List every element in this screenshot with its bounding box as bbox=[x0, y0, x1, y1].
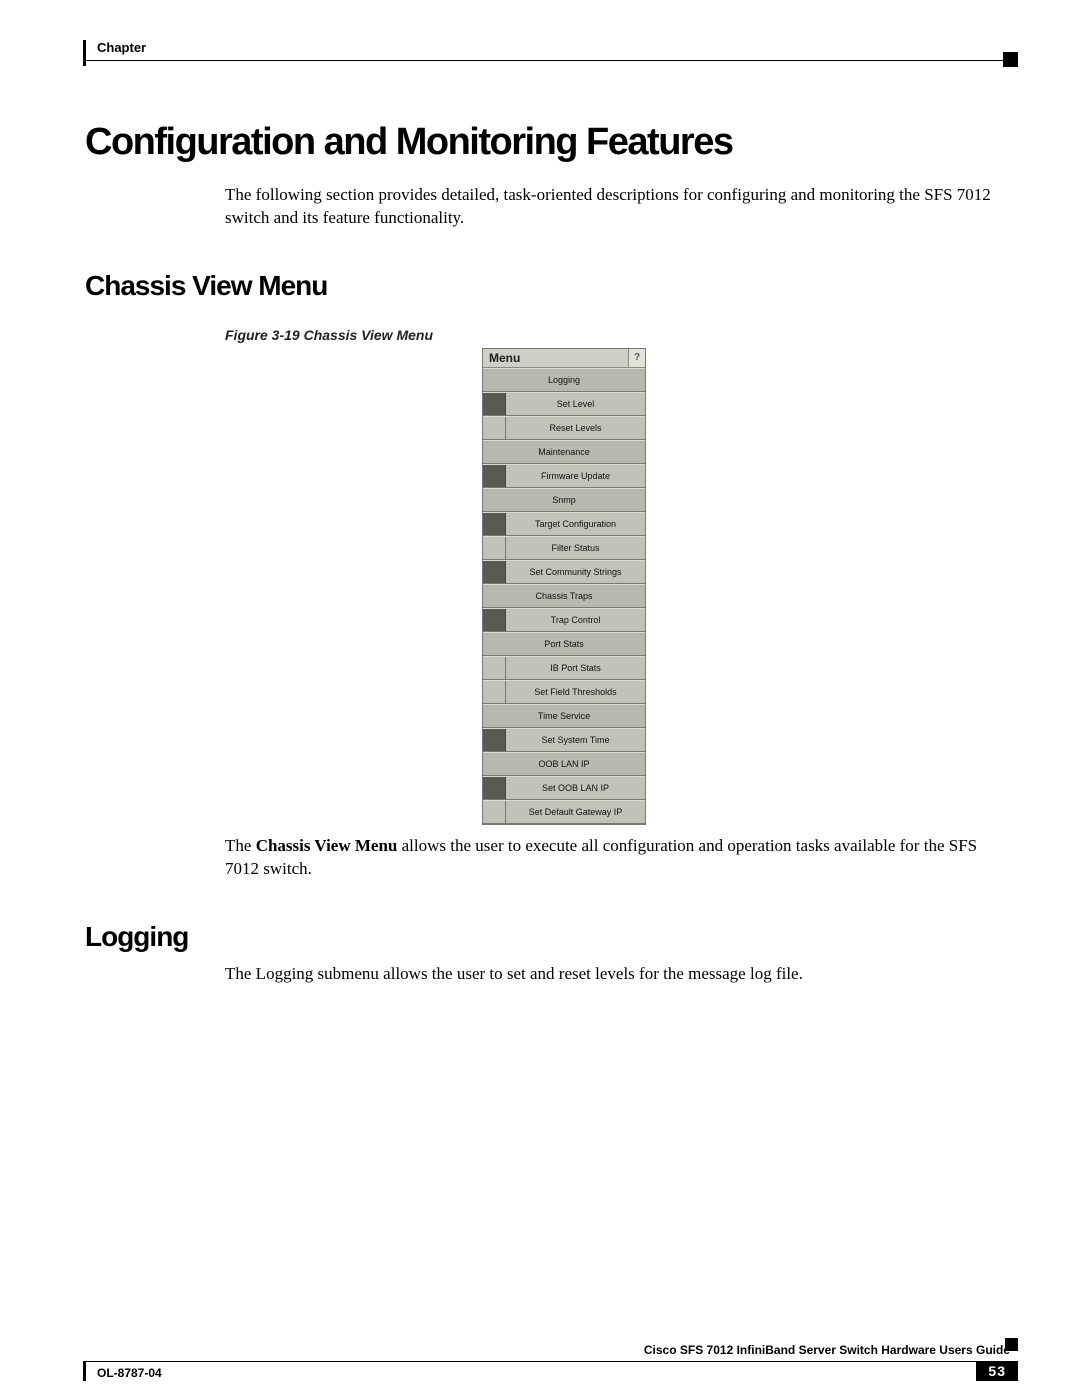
menu-item-marker bbox=[483, 417, 506, 439]
page-footer: Cisco SFS 7012 InfiniBand Server Switch … bbox=[85, 1361, 1010, 1362]
menu-item-marker bbox=[483, 513, 506, 535]
menu-item-filter-status[interactable]: Filter Status bbox=[483, 536, 645, 560]
menu-item-marker bbox=[483, 561, 506, 583]
page-header: Chapter bbox=[85, 30, 1010, 61]
menu-item-marker bbox=[483, 681, 506, 703]
menu-title: Menu bbox=[483, 349, 628, 367]
figure-caption: Figure 3-19 Chassis View Menu bbox=[225, 327, 1010, 343]
menu-item-label: Snmp bbox=[483, 489, 645, 511]
menu-item-target-configuration[interactable]: Target Configuration bbox=[483, 512, 645, 536]
desc-text-before: The bbox=[225, 836, 256, 855]
help-icon[interactable]: ? bbox=[628, 349, 645, 367]
chassis-view-description: The Chassis View Menu allows the user to… bbox=[225, 835, 1000, 881]
menu-item-label: Set OOB LAN IP bbox=[506, 777, 645, 799]
logging-description: The Logging submenu allows the user to s… bbox=[225, 963, 1000, 986]
menu-item-marker bbox=[483, 657, 506, 679]
menu-item-marker bbox=[483, 537, 506, 559]
footer-doc-number: OL-8787-04 bbox=[97, 1366, 162, 1380]
menu-item-label: OOB LAN IP bbox=[483, 753, 645, 775]
section-logging: Logging bbox=[85, 921, 1010, 953]
chapter-label: Chapter bbox=[97, 40, 146, 55]
menu-item-set-community-strings[interactable]: Set Community Strings bbox=[483, 560, 645, 584]
menu-item-label: Reset Levels bbox=[506, 417, 645, 439]
menu-item-marker bbox=[483, 801, 506, 823]
menu-item-oob-lan-ip[interactable]: OOB LAN IP bbox=[483, 752, 645, 776]
menu-item-set-oob-lan-ip[interactable]: Set OOB LAN IP bbox=[483, 776, 645, 800]
footer-ledge bbox=[83, 1361, 86, 1381]
menu-item-label: Trap Control bbox=[506, 609, 645, 631]
menu-item-label: Logging bbox=[483, 369, 645, 391]
menu-item-label: Target Configuration bbox=[506, 513, 645, 535]
menu-item-set-default-gateway-ip[interactable]: Set Default Gateway IP bbox=[483, 800, 645, 824]
menu-item-firmware-update[interactable]: Firmware Update bbox=[483, 464, 645, 488]
page-title: Configuration and Monitoring Features bbox=[85, 121, 1010, 164]
menu-item-label: Maintenance bbox=[483, 441, 645, 463]
menu-item-label: Filter Status bbox=[506, 537, 645, 559]
menu-item-marker bbox=[483, 465, 506, 487]
menu-item-marker bbox=[483, 729, 506, 751]
menu-item-ib-port-stats[interactable]: IB Port Stats bbox=[483, 656, 645, 680]
chassis-view-menu-panel: Menu ? LoggingSet LevelReset LevelsMaint… bbox=[482, 348, 646, 825]
menu-item-trap-control[interactable]: Trap Control bbox=[483, 608, 645, 632]
menu-title-row: Menu ? bbox=[483, 349, 645, 368]
menu-item-reset-levels[interactable]: Reset Levels bbox=[483, 416, 645, 440]
menu-item-marker bbox=[483, 609, 506, 631]
menu-item-label: IB Port Stats bbox=[506, 657, 645, 679]
page-number-badge: 53 bbox=[976, 1361, 1018, 1381]
menu-item-set-system-time[interactable]: Set System Time bbox=[483, 728, 645, 752]
menu-item-time-service[interactable]: Time Service bbox=[483, 704, 645, 728]
footer-book-title: Cisco SFS 7012 InfiniBand Server Switch … bbox=[644, 1343, 1010, 1357]
menu-item-set-field-thresholds[interactable]: Set Field Thresholds bbox=[483, 680, 645, 704]
menu-item-set-level[interactable]: Set Level bbox=[483, 392, 645, 416]
menu-item-label: Time Service bbox=[483, 705, 645, 727]
menu-item-maintenance[interactable]: Maintenance bbox=[483, 440, 645, 464]
intro-paragraph: The following section provides detailed,… bbox=[225, 184, 1000, 230]
menu-item-logging[interactable]: Logging bbox=[483, 368, 645, 392]
menu-item-label: Chassis Traps bbox=[483, 585, 645, 607]
desc-bold: Chassis View Menu bbox=[256, 836, 398, 855]
menu-item-label: Set Community Strings bbox=[506, 561, 645, 583]
menu-item-label: Set Level bbox=[506, 393, 645, 415]
menu-item-snmp[interactable]: Snmp bbox=[483, 488, 645, 512]
menu-item-label: Set Default Gateway IP bbox=[506, 801, 645, 823]
menu-item-marker bbox=[483, 777, 506, 799]
menu-item-label: Firmware Update bbox=[506, 465, 645, 487]
menu-item-label: Set Field Thresholds bbox=[506, 681, 645, 703]
section-chassis-view-menu: Chassis View Menu bbox=[85, 270, 1010, 302]
menu-item-label: Set System Time bbox=[506, 729, 645, 751]
menu-item-port-stats[interactable]: Port Stats bbox=[483, 632, 645, 656]
header-square-accent bbox=[1003, 52, 1018, 67]
header-ledge bbox=[83, 40, 86, 66]
menu-item-label: Port Stats bbox=[483, 633, 645, 655]
menu-item-chassis-traps[interactable]: Chassis Traps bbox=[483, 584, 645, 608]
menu-item-marker bbox=[483, 393, 506, 415]
